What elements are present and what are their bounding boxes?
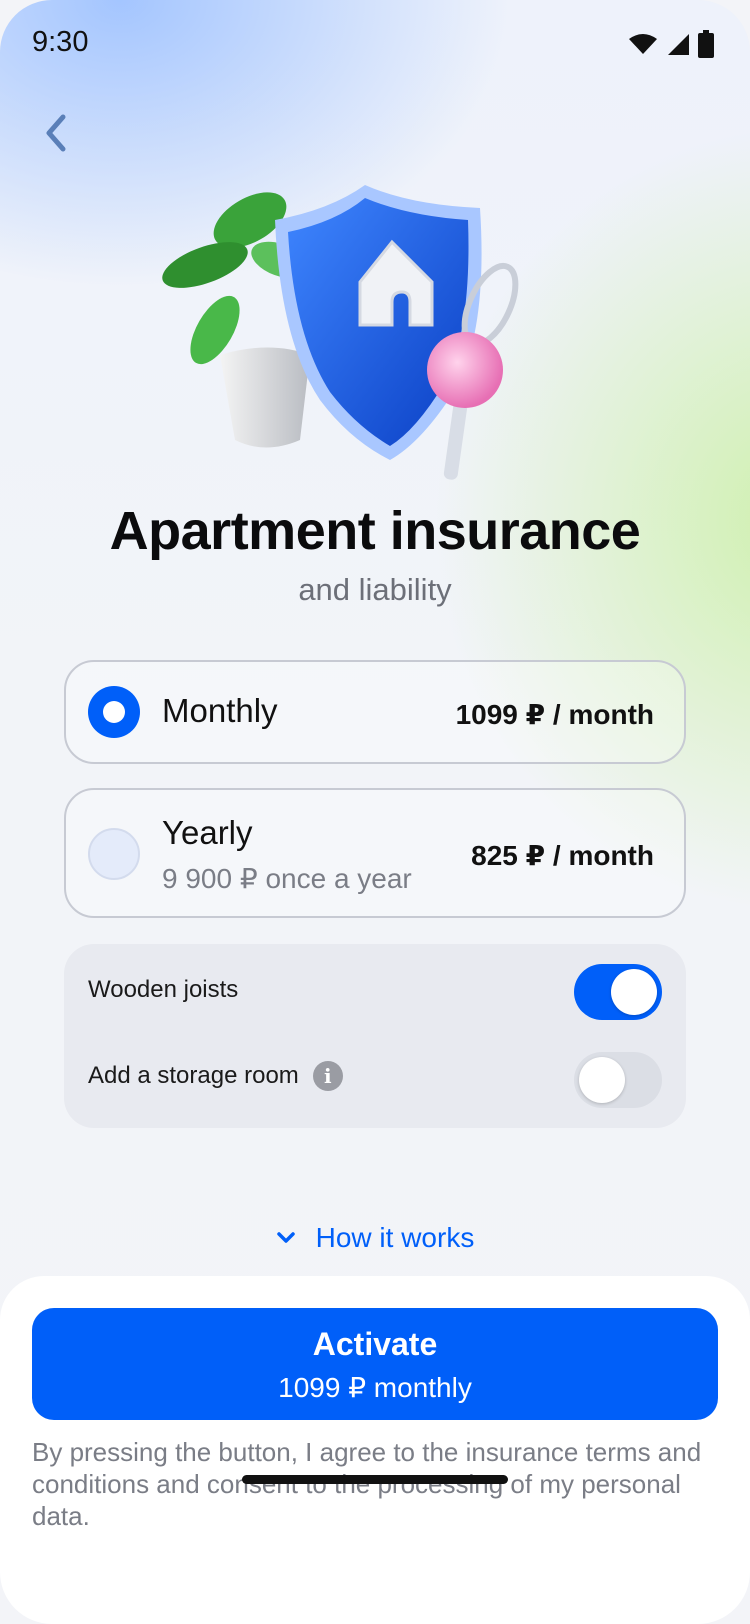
signal-icon — [668, 34, 689, 55]
screen: 9:30 Apartment insurance and liability M… — [0, 0, 750, 1624]
how-it-works-label: How it works — [315, 1222, 475, 1253]
plan-price: 825 ₽ / month — [471, 840, 654, 871]
option-wooden-joists: Wooden joists — [88, 976, 238, 1004]
toggle-knob — [611, 969, 657, 1015]
radio-selected[interactable] — [88, 686, 140, 738]
storage-room-toggle[interactable] — [574, 1052, 662, 1108]
wifi-icon — [629, 34, 657, 54]
plan-name: Yearly — [162, 814, 253, 851]
shield-house-plant-key-illustration — [162, 185, 519, 480]
plan-yearly[interactable]: Yearly 9 900 ₽ once a year 825 ₽ / month — [64, 788, 686, 918]
activate-button[interactable]: Activate 1099 ₽ monthly — [32, 1308, 718, 1420]
chevron-left-icon — [46, 114, 66, 152]
option-storage-room: Add a storage room i — [88, 1061, 343, 1091]
radio-unselected[interactable] — [88, 828, 140, 880]
option-label: Add a storage room — [88, 1062, 299, 1089]
plan-name: Monthly — [162, 692, 278, 729]
battery-icon — [698, 30, 714, 58]
status-time: 9:30 — [32, 26, 89, 58]
options-panel: Wooden joists Add a storage room i — [64, 944, 686, 1128]
legal-text: By pressing the button, I agree to the i… — [32, 1437, 702, 1531]
activate-title: Activate — [312, 1326, 438, 1362]
page-title: Apartment insurance — [109, 501, 641, 561]
chevron-down-icon — [276, 1232, 295, 1243]
info-icon[interactable]: i — [312, 1061, 343, 1091]
how-it-works-link[interactable]: How it works — [0, 1222, 750, 1254]
plan-detail: 9 900 ₽ once a year — [162, 863, 412, 894]
back-button[interactable] — [36, 108, 76, 158]
bottom-sheet: Activate 1099 ₽ monthly By pressing the … — [0, 1276, 750, 1624]
toggle-knob — [579, 1057, 625, 1103]
option-label: Wooden joists — [88, 976, 239, 1003]
activate-subtitle: 1099 ₽ monthly — [278, 1372, 472, 1403]
home-indicator[interactable] — [242, 1475, 508, 1484]
page-subtitle: and liability — [298, 572, 452, 607]
plan-monthly[interactable]: Monthly 1099 ₽ / month — [64, 660, 686, 764]
status-icons — [628, 30, 714, 58]
wooden-joists-toggle[interactable] — [574, 964, 662, 1020]
plan-price: 1099 ₽ / month — [455, 699, 654, 730]
